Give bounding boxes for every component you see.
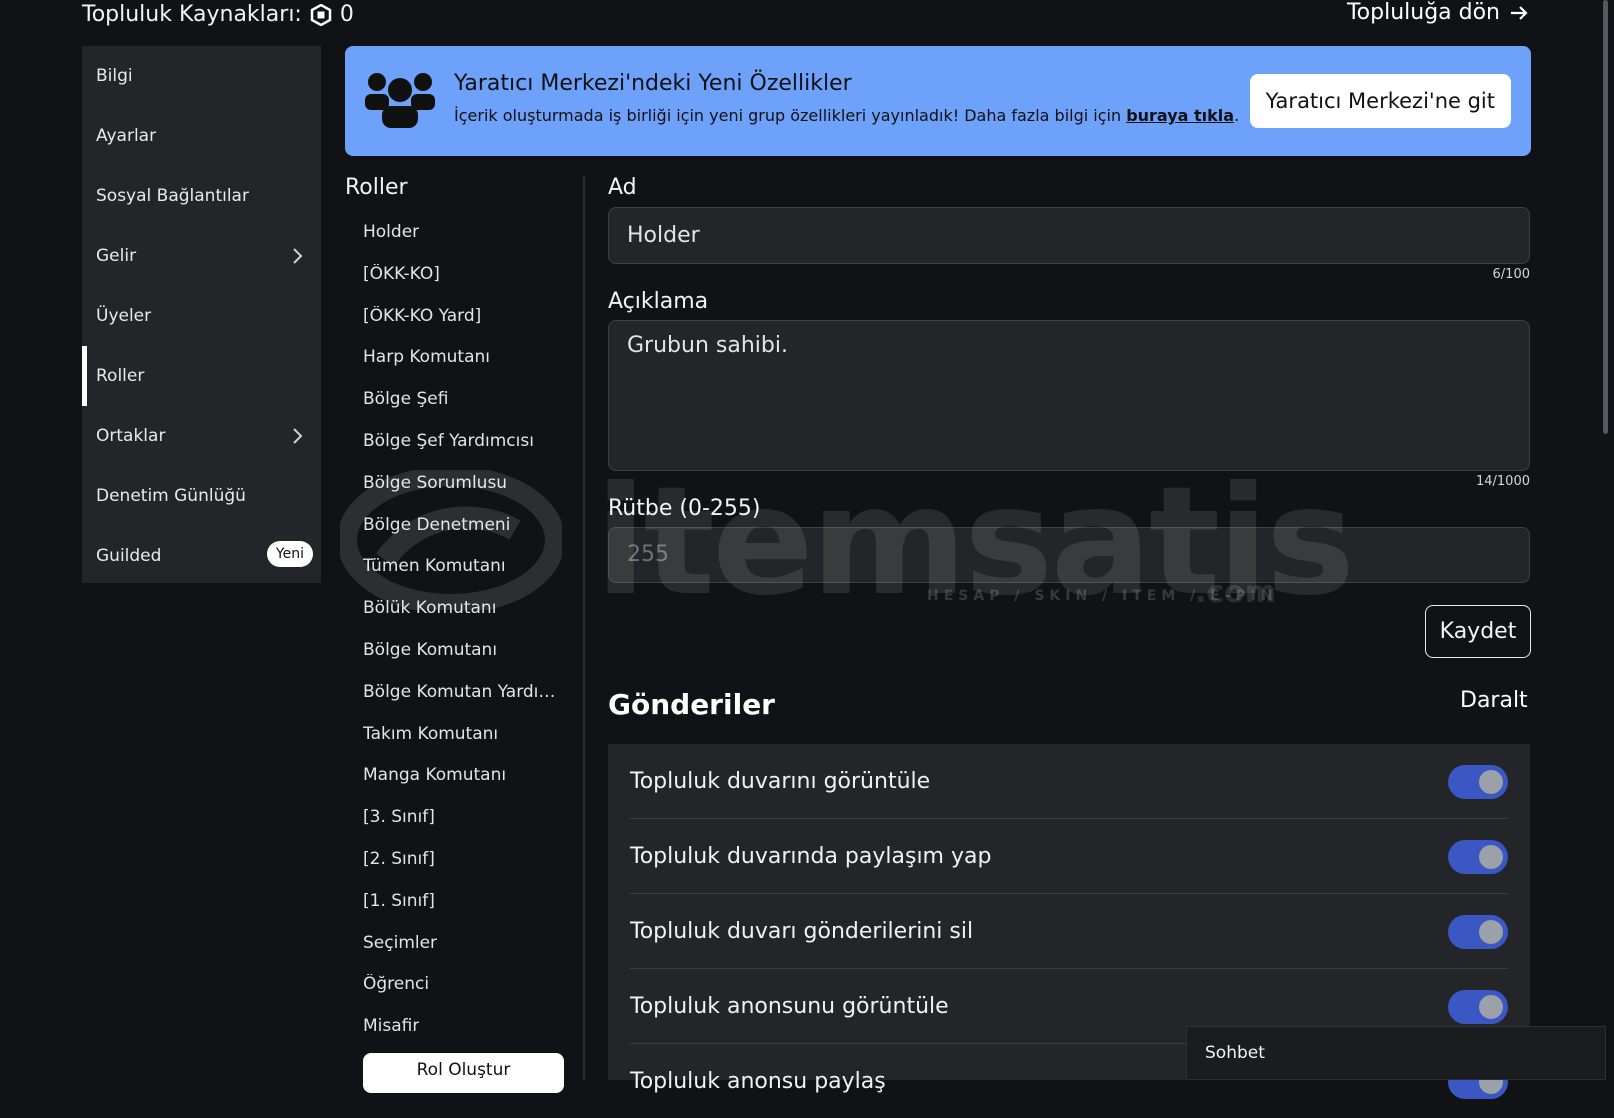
name-counter: 6/100 [1492, 267, 1530, 282]
permission-row: Topluluk duvarı gönderilerini sil [630, 894, 1508, 969]
role-item[interactable]: Bölge Komutanı [363, 640, 497, 660]
role-item[interactable]: Takım Komutanı [363, 724, 498, 744]
chevron-right-icon [293, 248, 303, 264]
name-input[interactable]: Holder [608, 207, 1530, 264]
create-role-button[interactable]: Rol Oluştur [363, 1053, 564, 1093]
permission-label: Topluluk anonsunu görüntüle [630, 993, 949, 1019]
robux-icon [310, 3, 332, 26]
sidebar-item-label: Üyeler [96, 306, 152, 326]
sidebar-item-label: Guilded [96, 546, 162, 566]
divider [583, 175, 585, 1080]
sidebar-item-affiliates[interactable]: Ortaklar [82, 406, 321, 466]
permission-label: Topluluk duvarı gönderilerini sil [630, 918, 974, 944]
sidebar-item-social-links[interactable]: Sosyal Bağlantılar [82, 166, 321, 226]
sidebar-item-info[interactable]: Bilgi [82, 46, 321, 106]
arrow-right-icon [1511, 5, 1528, 20]
toggle-knob [1479, 770, 1503, 794]
toggle-knob [1479, 920, 1503, 944]
role-item[interactable]: Bölge Şef Yardımcısı [363, 431, 534, 451]
creator-hub-banner: Yaratıcı Merkezi'ndeki Yeni Özellikler İ… [345, 46, 1531, 156]
role-item[interactable]: Manga Komutanı [363, 765, 506, 785]
sidebar-item-audit-log[interactable]: Denetim Günlüğü [82, 466, 321, 526]
go-to-creator-hub-button[interactable]: Yaratıcı Merkezi'ne git [1249, 74, 1511, 128]
sidebar-item-label: Roller [96, 366, 145, 386]
chevron-right-icon [293, 428, 303, 444]
back-link-label: Topluluğa dön [1346, 0, 1500, 25]
role-item[interactable]: Bölge Komutan Yardımcısı [363, 682, 563, 702]
role-item[interactable]: Holder [363, 222, 419, 242]
posts-section-title: Gönderiler [608, 688, 775, 721]
sidebar-item-revenue[interactable]: Gelir [82, 226, 321, 286]
sidebar-item-label: Ortaklar [96, 426, 166, 446]
banner-link[interactable]: buraya tıkla [1126, 106, 1234, 125]
permission-row: Topluluk duvarında paylaşım yap [630, 819, 1508, 894]
sidebar-item-label: Ayarlar [96, 126, 157, 146]
role-item[interactable]: Bölge Şefi [363, 389, 448, 409]
watermark-suffix: .com [1195, 575, 1277, 610]
toggle-knob [1479, 995, 1503, 1019]
sidebar-item-roles[interactable]: Roller [82, 346, 321, 406]
resources-label: Topluluk Kaynakları: [82, 2, 302, 27]
permission-label: Topluluk anonsu paylaş [630, 1068, 886, 1094]
sidebar-item-guilded[interactable]: Guilded Yeni [82, 526, 321, 586]
description-label: Açıklama [608, 289, 709, 314]
banner-text-end: . [1234, 106, 1240, 125]
page-scrollbar[interactable] [1603, 0, 1608, 434]
permission-toggle[interactable] [1448, 990, 1508, 1024]
sidebar-item-label: Sosyal Bağlantılar [96, 186, 249, 206]
role-item[interactable]: [ÖKK-KO] [363, 264, 440, 284]
permission-label: Topluluk duvarında paylaşım yap [630, 843, 992, 869]
settings-sidebar: Bilgi Ayarlar Sosyal Bağlantılar Gelir Ü… [82, 46, 321, 583]
role-item[interactable]: [ÖKK-KO Yard] [363, 306, 481, 326]
role-item[interactable]: Misafir [363, 1016, 419, 1036]
banner-title: Yaratıcı Merkezi'ndeki Yeni Özellikler [454, 71, 852, 96]
collapse-button[interactable]: Daralt [1460, 688, 1528, 713]
watermark-logo [340, 470, 562, 610]
roles-heading: Roller [345, 175, 408, 200]
permission-label: Topluluk duvarını görüntüle [630, 768, 931, 794]
group-users-icon [365, 73, 435, 128]
role-item[interactable]: Öğrenci [363, 974, 429, 994]
new-badge: Yeni [266, 541, 313, 567]
sidebar-item-settings[interactable]: Ayarlar [82, 106, 321, 166]
permission-toggle[interactable] [1448, 840, 1508, 874]
sidebar-item-members[interactable]: Üyeler [82, 286, 321, 346]
sidebar-item-label: Gelir [96, 246, 137, 266]
role-item[interactable]: [2. Sınıf] [363, 849, 435, 869]
permission-row: Topluluk duvarını görüntüle [630, 744, 1508, 819]
role-item[interactable]: Harp Komutanı [363, 347, 490, 367]
permission-toggle[interactable] [1448, 765, 1508, 799]
role-item[interactable]: [1. Sınıf] [363, 891, 435, 911]
back-to-community-link[interactable]: Topluluğa dön [1347, 0, 1530, 25]
chat-widget[interactable]: Sohbet [1186, 1026, 1606, 1080]
chat-label: Sohbet [1205, 1043, 1265, 1063]
community-resources: Topluluk Kaynakları: 0 [82, 2, 354, 27]
sidebar-item-label: Denetim Günlüğü [96, 486, 246, 506]
save-button[interactable]: Kaydet [1425, 605, 1531, 658]
resources-value: 0 [339, 2, 354, 27]
description-textarea[interactable]: Grubun sahibi. [608, 320, 1530, 471]
description-counter: 14/1000 [1475, 474, 1530, 489]
role-item[interactable]: Seçimler [363, 933, 437, 953]
banner-text-body: İçerik oluşturmada iş birliği için yeni … [454, 106, 1127, 125]
banner-text: İçerik oluşturmada iş birliği için yeni … [454, 106, 1239, 125]
name-label: Ad [608, 175, 637, 200]
role-item[interactable]: [3. Sınıf] [363, 807, 435, 827]
permission-toggle[interactable] [1448, 915, 1508, 949]
sidebar-item-label: Bilgi [96, 66, 133, 86]
toggle-knob [1479, 845, 1503, 869]
